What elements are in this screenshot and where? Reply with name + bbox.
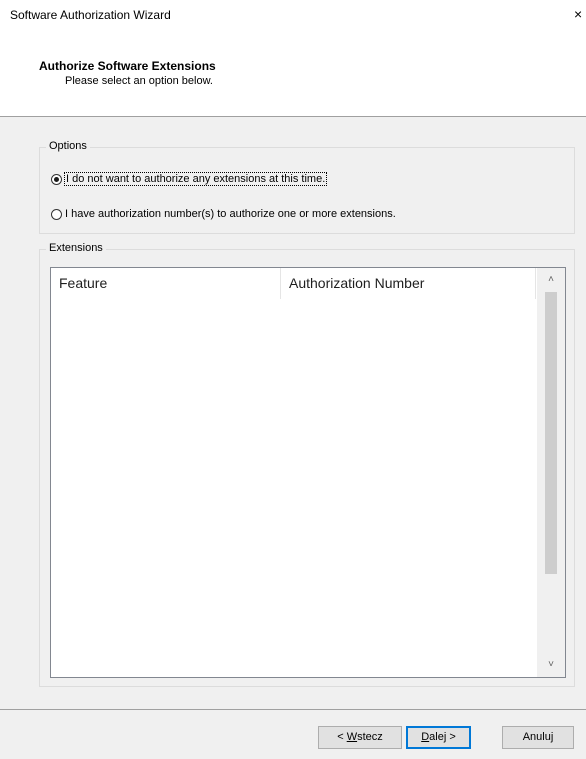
cancel-button[interactable]: Anuluj: [502, 726, 574, 749]
radio-have-authorization-label[interactable]: I have authorization number(s) to author…: [65, 208, 396, 220]
radio-have-authorization[interactable]: I have authorization number(s) to author…: [51, 208, 396, 220]
radio-button-unselected[interactable]: [51, 208, 62, 220]
options-group: [39, 147, 575, 234]
window-title: Software Authorization Wizard: [10, 8, 171, 22]
column-header-feature[interactable]: Feature: [51, 268, 280, 299]
footer-divider: [0, 709, 586, 710]
next-button-mnemonic: D: [421, 731, 430, 743]
chevron-up-icon[interactable]: ˄: [537, 269, 565, 291]
next-button-rest: alej >: [429, 731, 456, 743]
title-bar: Software Authorization Wizard ×: [0, 0, 586, 30]
radio-no-authorization[interactable]: I do not want to authorize any extension…: [51, 172, 328, 186]
page-title: Authorize Software Extensions: [39, 59, 216, 73]
radio-no-authorization-label[interactable]: I do not want to authorize any extension…: [63, 172, 328, 186]
vertical-scrollbar[interactable]: ˄ ˅: [537, 268, 565, 677]
options-group-label: Options: [46, 140, 90, 152]
list-header: Feature Authorization Number: [51, 268, 536, 299]
chevron-down-icon[interactable]: ˅: [537, 654, 565, 676]
extensions-group-label: Extensions: [46, 242, 106, 254]
next-button[interactable]: Dalej >: [406, 726, 471, 749]
scrollbar-thumb[interactable]: [545, 292, 557, 574]
page-subtitle: Please select an option below.: [65, 75, 213, 87]
close-icon[interactable]: ×: [574, 6, 582, 22]
back-button-prefix: <: [337, 731, 347, 743]
wizard-header: Authorize Software Extensions Please sel…: [0, 30, 586, 117]
extensions-list[interactable]: Feature Authorization Number ˄ ˅: [50, 267, 566, 678]
radio-button-selected[interactable]: [51, 173, 62, 185]
back-button[interactable]: < Wstecz: [318, 726, 402, 749]
column-header-authorization-number[interactable]: Authorization Number: [281, 268, 535, 299]
back-button-rest: stecz: [357, 731, 383, 743]
back-button-mnemonic: W: [346, 731, 358, 743]
column-divider[interactable]: [535, 268, 536, 299]
